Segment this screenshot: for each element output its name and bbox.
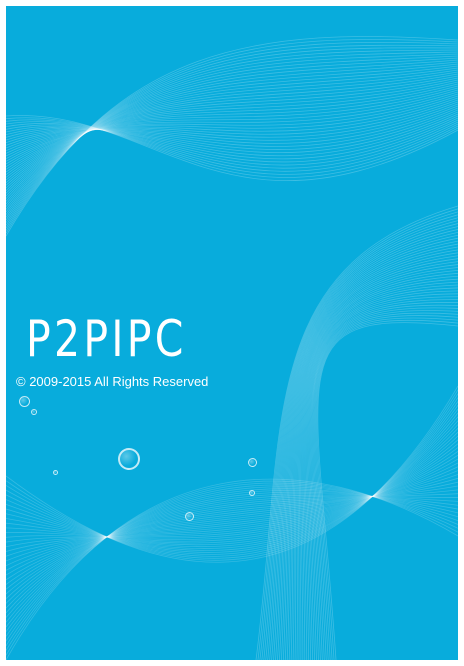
wave-line [310, 304, 458, 660]
bubble-decoration [31, 409, 37, 415]
wave-line [6, 451, 458, 557]
bubble-decoration [185, 512, 194, 521]
bubble-decoration [249, 490, 255, 496]
bubble-decoration [248, 458, 257, 467]
splash-screen: P2PIPC © 2009-2015 All Rights Reserved [6, 6, 458, 660]
bubble-decoration [53, 470, 58, 475]
copyright-text: © 2009-2015 All Rights Reserved [16, 374, 209, 389]
bubble-decoration [19, 396, 30, 407]
wave-line [6, 480, 458, 656]
bubble-decoration [118, 448, 140, 470]
wave-line [6, 494, 458, 618]
wave-line [307, 296, 458, 660]
app-name: P2PIPC [26, 310, 187, 368]
wave-line [6, 495, 458, 614]
